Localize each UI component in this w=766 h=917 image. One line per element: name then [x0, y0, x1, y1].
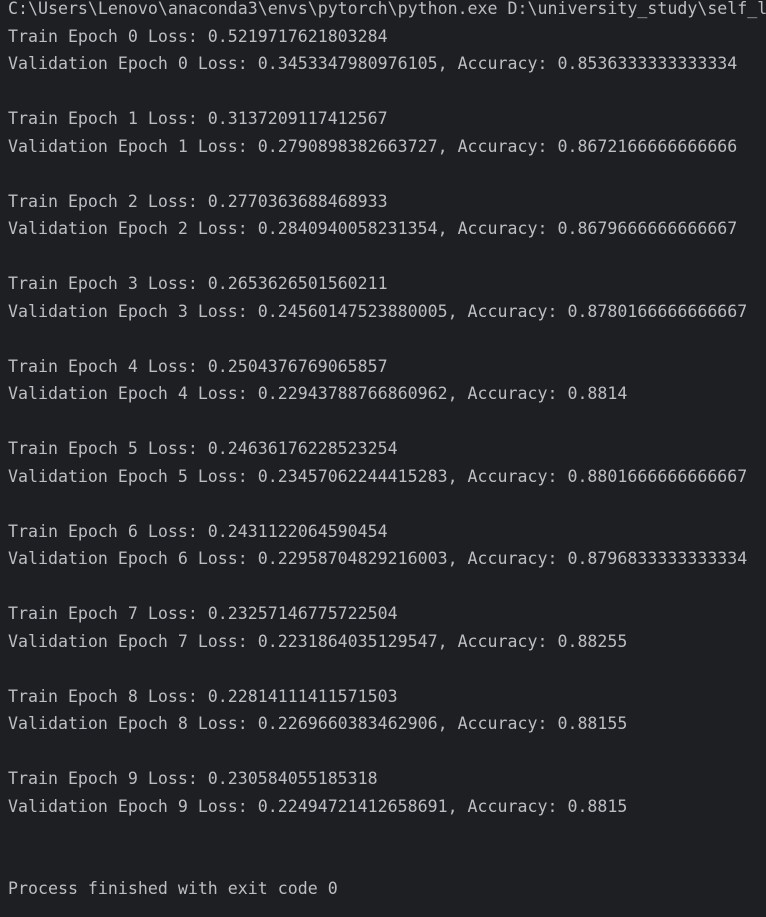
- train-epoch-6-line: Train Epoch 6 Loss: 0.2431122064590454: [8, 522, 388, 541]
- train-epoch-7-line: Train Epoch 7 Loss: 0.23257146775722504: [8, 604, 398, 623]
- validation-epoch-3-line: Validation Epoch 3 Loss: 0.2456014752388…: [8, 302, 748, 321]
- train-epoch-3-line: Train Epoch 3 Loss: 0.2653626501560211: [8, 274, 388, 293]
- train-epoch-1-line: Train Epoch 1 Loss: 0.3137209117412567: [8, 109, 388, 128]
- train-epoch-2-line: Train Epoch 2 Loss: 0.2770363688468933: [8, 192, 388, 211]
- command-line: C:\Users\Lenovo\anaconda3\envs\pytorch\p…: [8, 0, 766, 18]
- train-epoch-4-line: Train Epoch 4 Loss: 0.2504376769065857: [8, 357, 388, 376]
- validation-epoch-6-line: Validation Epoch 6 Loss: 0.2295870482921…: [8, 549, 748, 568]
- run-console-output[interactable]: C:\Users\Lenovo\anaconda3\envs\pytorch\p…: [0, 0, 766, 917]
- validation-epoch-5-line: Validation Epoch 5 Loss: 0.2345706224441…: [8, 467, 748, 486]
- validation-epoch-8-line: Validation Epoch 8 Loss: 0.2269660383462…: [8, 714, 628, 733]
- train-epoch-8-line: Train Epoch 8 Loss: 0.22814111411571503: [8, 687, 398, 706]
- train-epoch-5-line: Train Epoch 5 Loss: 0.24636176228523254: [8, 439, 398, 458]
- validation-epoch-7-line: Validation Epoch 7 Loss: 0.2231864035129…: [8, 632, 628, 651]
- validation-epoch-1-line: Validation Epoch 1 Loss: 0.2790898382663…: [8, 137, 738, 156]
- validation-epoch-4-line: Validation Epoch 4 Loss: 0.2294378876686…: [8, 384, 628, 403]
- validation-epoch-2-line: Validation Epoch 2 Loss: 0.2840940058231…: [8, 219, 738, 238]
- process-exit-line: Process finished with exit code 0: [8, 879, 338, 898]
- validation-epoch-9-line: Validation Epoch 9 Loss: 0.2249472141265…: [8, 797, 628, 816]
- validation-epoch-0-line: Validation Epoch 0 Loss: 0.3453347980976…: [8, 54, 738, 73]
- train-epoch-0-line: Train Epoch 0 Loss: 0.5219717621803284: [8, 27, 388, 46]
- train-epoch-9-line: Train Epoch 9 Loss: 0.230584055185318: [8, 769, 378, 788]
